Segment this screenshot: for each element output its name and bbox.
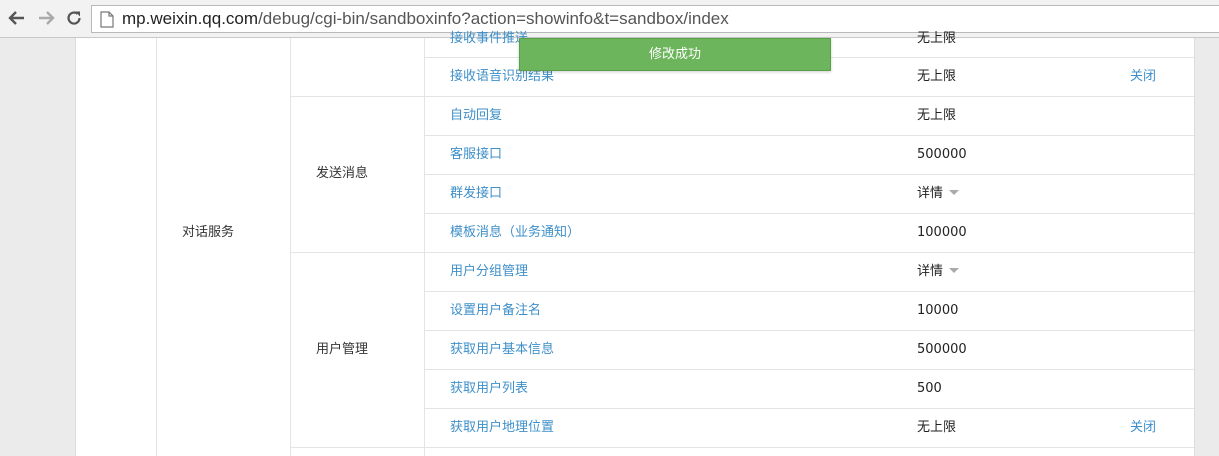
- chevron-down-icon: [949, 268, 960, 273]
- row-value: 无上限: [917, 420, 957, 435]
- row-divider: [290, 447, 1194, 448]
- details-dropdown[interactable]: 详情: [917, 264, 960, 280]
- group-label-user-management: 用户管理: [316, 342, 369, 357]
- row-divider: [424, 330, 1194, 331]
- back-arrow-icon: [8, 11, 24, 25]
- row-value: 无上限: [917, 108, 957, 123]
- row-name-link[interactable]: 模板消息（业务通知）: [450, 225, 580, 241]
- reload-icon: [67, 11, 81, 25]
- back-button[interactable]: [5, 6, 29, 30]
- page-icon: [100, 11, 114, 28]
- row-value: 无上限: [917, 31, 957, 46]
- row-divider: [424, 213, 1194, 214]
- row-name-link[interactable]: 自动回复: [450, 108, 502, 124]
- browser-toolbar: mp.weixin.qq.com/debug/cgi-bin/sandboxin…: [0, 0, 1219, 38]
- group-label-send-message: 发送消息: [316, 166, 369, 181]
- row-name-link[interactable]: 客服接口: [450, 147, 502, 163]
- close-link[interactable]: 关闭: [1130, 69, 1156, 85]
- row-name-link[interactable]: 获取用户基本信息: [450, 342, 554, 358]
- row-value: 500000: [917, 147, 967, 162]
- details-label: 详情: [917, 264, 944, 279]
- row-value: 500: [917, 381, 942, 396]
- row-value: 100000: [917, 225, 967, 240]
- row-name-link[interactable]: 设置用户备注名: [450, 303, 541, 319]
- row-name-link[interactable]: 群发接口: [450, 186, 502, 202]
- row-name-link[interactable]: 获取用户列表: [450, 381, 528, 397]
- forward-arrow-icon: [39, 11, 55, 25]
- column-divider: [156, 38, 157, 456]
- url-host: mp.weixin.qq.com: [122, 9, 259, 28]
- forward-button[interactable]: [34, 6, 58, 30]
- success-toast: 修改成功: [519, 38, 831, 71]
- row-divider: [424, 369, 1194, 370]
- details-label: 详情: [917, 186, 944, 201]
- url-text: mp.weixin.qq.com/debug/cgi-bin/sandboxin…: [122, 9, 729, 29]
- chevron-down-icon: [949, 190, 960, 195]
- column-divider: [424, 38, 425, 456]
- reload-button[interactable]: [62, 6, 86, 30]
- address-bar[interactable]: mp.weixin.qq.com/debug/cgi-bin/sandboxin…: [91, 5, 1219, 33]
- row-value: 10000: [917, 303, 959, 318]
- row-name-link[interactable]: 接收语音识别结果: [450, 69, 554, 85]
- row-divider: [290, 96, 1194, 97]
- row-divider: [290, 252, 1194, 253]
- row-value: 500000: [917, 342, 967, 357]
- row-divider: [424, 291, 1194, 292]
- close-link[interactable]: 关闭: [1130, 420, 1156, 436]
- row-name-link[interactable]: 接收事件推送: [450, 31, 528, 47]
- category-label: 对话服务: [182, 225, 235, 240]
- row-divider: [424, 408, 1194, 409]
- url-path: /debug/cgi-bin/sandboxinfo?action=showin…: [258, 9, 729, 28]
- details-dropdown[interactable]: 详情: [917, 186, 960, 202]
- row-divider: [424, 135, 1194, 136]
- row-name-link[interactable]: 用户分组管理: [450, 264, 528, 280]
- sandbox-info-table: 对话服务 发送消息 用户管理 接收事件推送 无上限 接收语音识别结果 无上限 关…: [76, 31, 1195, 456]
- page-body: 对话服务 发送消息 用户管理 接收事件推送 无上限 接收语音识别结果 无上限 关…: [0, 31, 1219, 456]
- column-divider: [290, 38, 291, 456]
- row-value: 无上限: [917, 69, 957, 84]
- row-divider: [424, 174, 1194, 175]
- row-name-link[interactable]: 获取用户地理位置: [450, 420, 554, 436]
- left-margin: [0, 38, 76, 456]
